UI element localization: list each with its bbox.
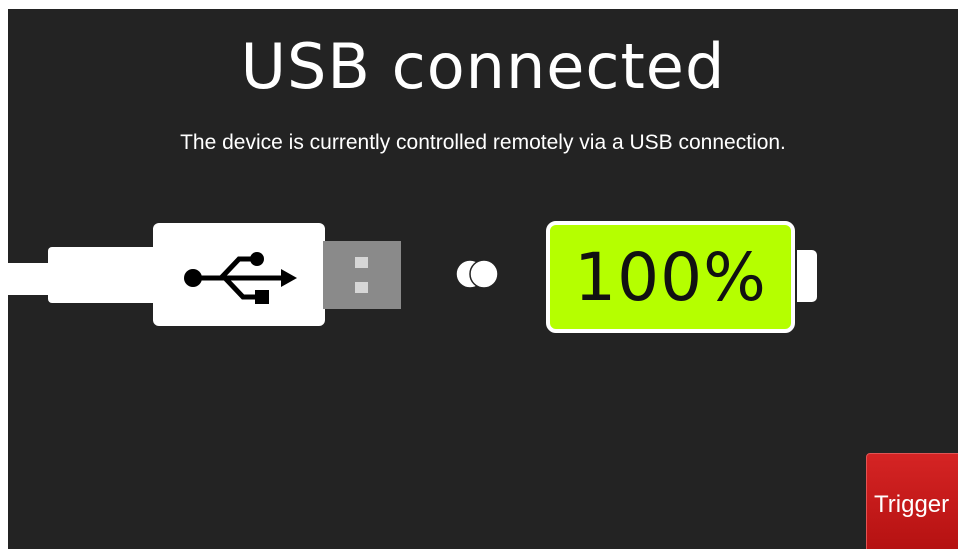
battery-terminal-cap — [797, 250, 817, 302]
page-subtitle: The device is currently controlled remot… — [180, 131, 786, 154]
page-title: USB connected — [240, 30, 726, 103]
usb-cable-strain-relief — [48, 247, 168, 303]
battery-indicator: 100% — [546, 221, 795, 333]
connector-slot — [355, 282, 368, 293]
trigger-button[interactable]: Trigger — [866, 453, 958, 549]
usb-connector-tip — [323, 241, 401, 309]
usb-trident-icon — [184, 252, 297, 304]
battery-level-label: 100% — [574, 238, 767, 316]
usb-connected-screen: USB connected The device is currently co… — [8, 9, 958, 549]
connection-dots-icon — [455, 259, 499, 289]
connector-slot — [355, 257, 368, 268]
